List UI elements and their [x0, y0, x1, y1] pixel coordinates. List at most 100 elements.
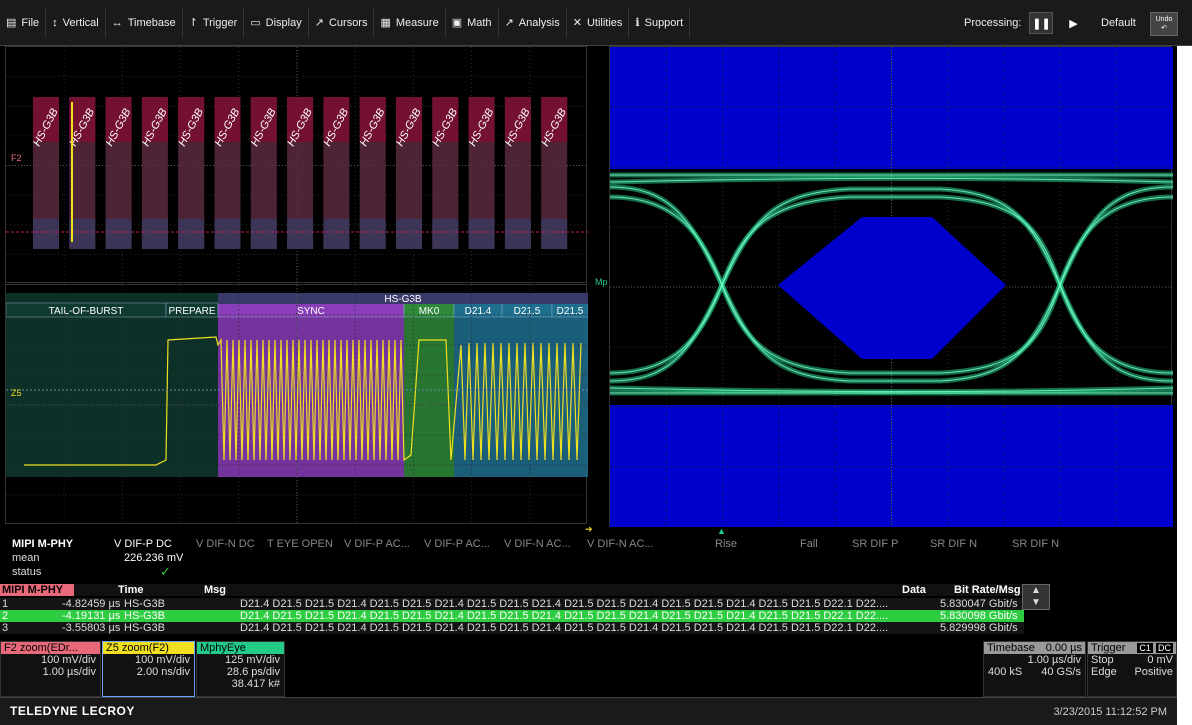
- status-row-label: status: [12, 566, 42, 578]
- active-measure-name[interactable]: V DIF-P DC: [114, 538, 172, 550]
- table-cell-time: -3.55803 µs: [62, 622, 121, 634]
- f2-waveform-grid[interactable]: HS-G3B HS-G3B HS-G3B HS-G3B HS-G3B HS-G3B HS-G…: [5, 46, 588, 284]
- table-row[interactable]: 1 -4.82459 µs HS-G3B D21.4 D21.5 D21.5 D21.…: [0, 598, 1024, 610]
- measurement-slot[interactable]: V DIF-P AC...: [424, 538, 490, 550]
- menu-timebase[interactable]: ↔ Timebase: [106, 7, 183, 38]
- z5-tdiv: 2.00 ns/div: [136, 666, 190, 678]
- table-cell-msg: HS-G3B: [124, 610, 165, 622]
- menu-measure[interactable]: ▦ Measure: [374, 7, 446, 38]
- menu-vertical[interactable]: ↕ Vertical: [46, 7, 106, 38]
- menu-label: File: [21, 16, 40, 29]
- timebase-title-bar: Timebase 0.00 µs: [984, 642, 1085, 654]
- packet-burst[interactable]: HS-G3B: [249, 97, 279, 249]
- measurement-slot[interactable]: SR DIF N: [1012, 538, 1059, 550]
- eye-diagram-svg: [610, 47, 1173, 527]
- packet-burst[interactable]: HS-G3B: [213, 97, 243, 249]
- table-cell-bitrate: 5.830098 Gbit/s: [940, 610, 1018, 622]
- timebase-per-div: 1.00 µs/div: [1027, 654, 1081, 666]
- measurement-slot[interactable]: V DIF-N AC...: [504, 538, 571, 550]
- measurement-slot[interactable]: Fall: [800, 538, 818, 550]
- measurement-slot[interactable]: SR DIF P: [852, 538, 898, 550]
- status-footer: TELEDYNE LECROY 3/23/2015 11:12:52 PM: [0, 697, 1177, 725]
- z5-vdiv: 100 mV/div: [134, 654, 190, 666]
- trigger-level: 0 mV: [1147, 654, 1173, 666]
- measurement-slot[interactable]: V DIF-P AC...: [344, 538, 410, 550]
- trigger-box[interactable]: Trigger C1 DC Stop 0 mV Edge Positive: [1087, 641, 1177, 697]
- measurement-slot[interactable]: T EYE OPEN: [267, 538, 333, 550]
- trigger-row1: Stop 0 mV: [1088, 654, 1176, 666]
- eye-marker: Mp: [595, 277, 608, 287]
- packet-burst[interactable]: HS-G3B: [539, 97, 569, 249]
- z5-channel-marker: Z5: [11, 388, 22, 398]
- menu-utilities[interactable]: ✕ Utilities: [567, 7, 630, 38]
- pause-button[interactable]: ❚❚: [1029, 12, 1054, 34]
- f2-trace-box[interactable]: F2 zoom(EDr... 100 mV/div 1.00 µs/div: [0, 641, 101, 697]
- table-cell-index: 2: [2, 610, 9, 622]
- table-cell-bitrate: 5.830047 Gbit/s: [940, 598, 1018, 610]
- menu-file[interactable]: ▤ File: [0, 7, 47, 38]
- table-cell-data: D21.4 D21.5 D21.5 D21.4 D21.5 D21.5 D21.…: [240, 598, 889, 610]
- f2-tdiv: 1.00 µs/div: [42, 666, 96, 678]
- cursor-icon: ↗: [314, 17, 324, 29]
- timebase-box[interactable]: Timebase 0.00 µs 1.00 µs/div 400 kS 40 G…: [983, 641, 1086, 697]
- menu-support[interactable]: ℹ Support: [629, 7, 691, 38]
- menu-analysis[interactable]: ↗ Analysis: [499, 7, 567, 38]
- eye-diagram-grid[interactable]: [609, 46, 1173, 527]
- trace-descriptors: F2 zoom(EDr... 100 mV/div 1.00 µs/div Z5…: [0, 641, 1177, 697]
- menu-display[interactable]: ▭ Display: [244, 7, 309, 38]
- measurement-slot[interactable]: SR DIF N: [930, 538, 977, 550]
- menu-label: Vertical: [62, 16, 99, 29]
- table-row[interactable]: 2 -4.19131 µs HS-G3B D21.4 D21.5 D21.5 D21.…: [0, 610, 1024, 622]
- trigger-badge-dc: DC: [1156, 643, 1173, 653]
- menu-trigger[interactable]: ↾ Trigger: [183, 7, 245, 38]
- measurement-slot[interactable]: Rise: [715, 538, 737, 550]
- status-check-icon: ✓: [160, 564, 171, 579]
- packet-burst[interactable]: HS-G3B: [467, 97, 497, 249]
- decode-segment-label: D21.5: [514, 306, 541, 317]
- packet-burst[interactable]: HS-G3B: [321, 97, 351, 249]
- table-cell-index: 1: [2, 598, 9, 610]
- menu-cursors[interactable]: ↗ Cursors: [309, 7, 375, 38]
- packet-burst[interactable]: HS-G3B: [430, 97, 460, 249]
- f2-trace-title: F2 zoom(EDr...: [1, 642, 100, 654]
- trigger-title: Trigger: [1091, 642, 1126, 654]
- z5-zoom-svg: TAIL-OF-BURST PREPARE SYNC MK0 D21.4 D21.5 D21…: [6, 285, 588, 525]
- f2-vdiv: 100 mV/div: [40, 654, 96, 666]
- math-icon: ▣: [451, 17, 463, 29]
- packet-header-label: HS-G3B: [384, 294, 422, 305]
- trigger-badge-c1: C1: [1137, 643, 1153, 653]
- packet-burst[interactable]: HS-G3B: [176, 97, 206, 249]
- default-setup-label[interactable]: Default: [1101, 17, 1136, 29]
- arrow-marker-icon: ➔: [585, 524, 593, 534]
- packet-burst[interactable]: HS-G3B: [140, 97, 170, 249]
- z5-zoom-grid[interactable]: TAIL-OF-BURST PREPARE SYNC MK0 D21.4 D21.5 D21…: [5, 284, 588, 525]
- measurement-slot[interactable]: V DIF-N AC...: [587, 538, 654, 550]
- packet-burst[interactable]: HS-G3B: [285, 97, 315, 249]
- packet-burst[interactable]: HS-G3B: [358, 97, 388, 249]
- decode-segment-label: PREPARE: [168, 306, 215, 317]
- eye-vdiv: 125 mV/div: [224, 654, 280, 666]
- eye-trace-box[interactable]: MphyEye 125 mV/div 28.6 ps/div 38.417 k#: [196, 641, 285, 697]
- right-scroll-strip[interactable]: [1177, 46, 1192, 725]
- z5-trace-box[interactable]: Z5 zoom(F2) 100 mV/div 2.00 ns/div: [102, 641, 195, 697]
- table-header-time: Time: [118, 584, 144, 596]
- table-scroll-arrows[interactable]: ▲ ▼: [1022, 584, 1050, 610]
- menu-math[interactable]: ▣ Math: [446, 7, 499, 38]
- mean-row-label: mean: [12, 552, 40, 564]
- menu-label: Math: [467, 16, 492, 29]
- processing-label: Processing:: [964, 17, 1022, 29]
- packet-burst[interactable]: HS-G3B: [503, 97, 533, 249]
- undo-button[interactable]: Undo ↶: [1150, 12, 1178, 36]
- table-cell-msg: HS-G3B: [124, 622, 165, 634]
- table-row[interactable]: 3 -3.55803 µs HS-G3B D21.4 D21.5 D21.5 D21.…: [0, 622, 1024, 634]
- packet-burst[interactable]: HS-G3B: [394, 97, 424, 249]
- play-button[interactable]: ▶: [1061, 12, 1085, 34]
- packet-burst[interactable]: HS-G3B: [31, 97, 61, 249]
- trigger-type: Edge: [1091, 666, 1117, 678]
- packet-burst[interactable]: HS-G3B: [104, 97, 134, 249]
- menu-label: Measure: [395, 16, 439, 29]
- decode-segment-bg: [552, 293, 588, 477]
- f2-waveform-svg: HS-G3B HS-G3B HS-G3B HS-G3B HS-G3B HS-G3B HS-G…: [6, 47, 588, 284]
- measurement-slot[interactable]: V DIF-N DC: [196, 538, 255, 550]
- timebase-samples: 400 kS: [988, 666, 1023, 678]
